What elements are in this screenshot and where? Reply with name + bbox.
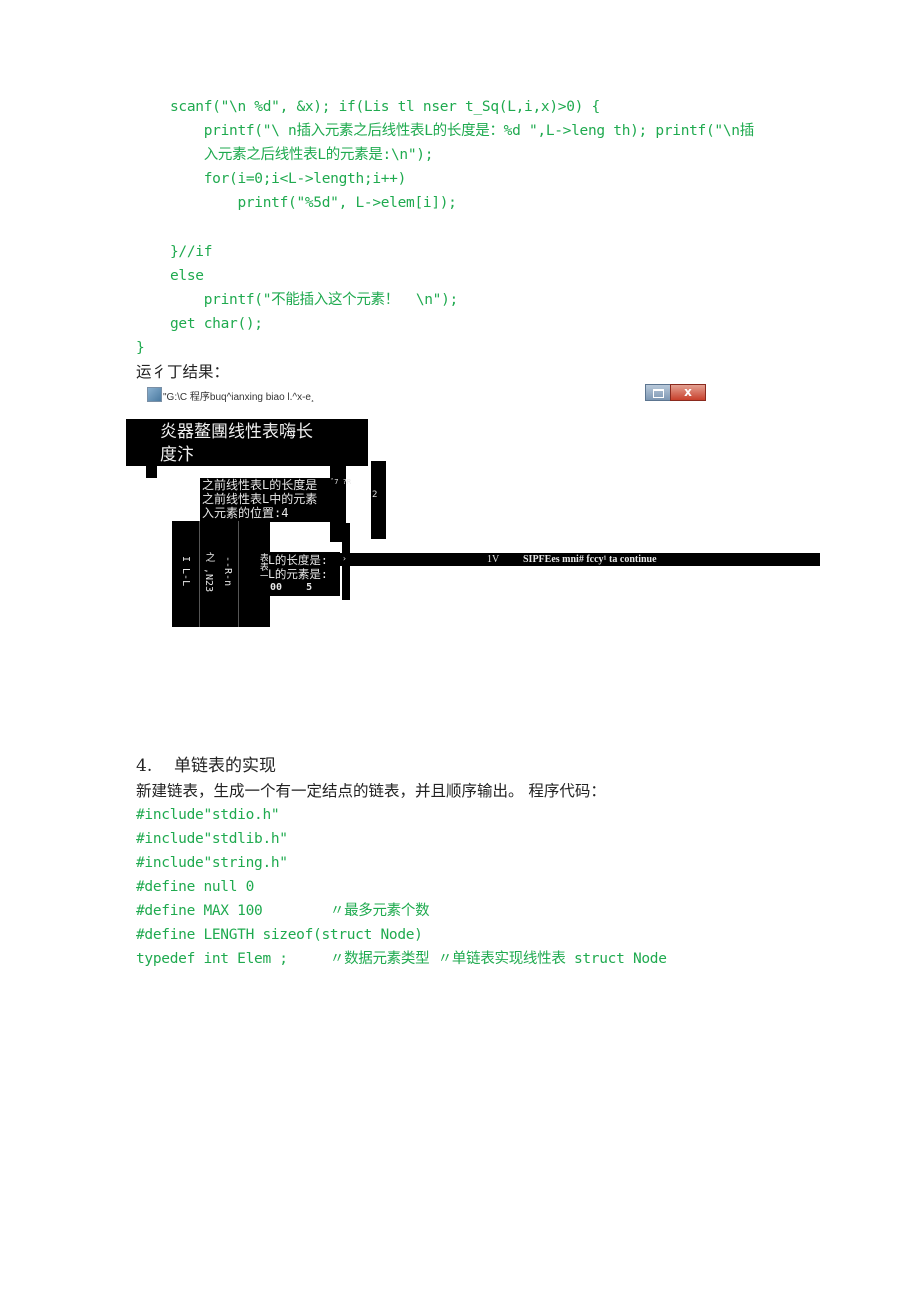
code-line: 入元素之后线性表L的元素是:\n"); xyxy=(170,147,434,163)
code-line: #include"stdlib.h" xyxy=(136,831,288,847)
console-press-any-key: SIPFEes mni# fccy¹ ta continue xyxy=(523,554,657,565)
code-line: scanf("\n %d", &x); if(Lis tl nser t_Sq(… xyxy=(170,99,600,115)
console-side-strip xyxy=(371,461,386,539)
console-line: 之前线性表L的长度是 xyxy=(202,478,318,492)
code-line: for(i=0;i<L->length;i++) xyxy=(170,171,407,187)
section-heading-number: 4. xyxy=(136,756,153,776)
close-button[interactable]: x xyxy=(670,384,706,401)
console-line-suffix: ˆ7 ?R xyxy=(330,478,352,486)
code-closing-brace: } xyxy=(136,340,145,356)
code-line: #include"string.h" xyxy=(136,855,288,871)
console-header-line: 度汴 xyxy=(160,445,194,465)
maximize-button[interactable] xyxy=(645,384,671,401)
console-column-text: 之 ,N23 xyxy=(203,552,214,593)
console-header-line: 炎器鳌團线性表嗨长 xyxy=(160,422,313,442)
console-divider xyxy=(238,521,239,627)
console-title: "G:\C 程序buq^ianxing biao l.^x-e¸ xyxy=(163,392,315,403)
console-line: 入元素的位置:4 xyxy=(202,506,289,520)
code-line: printf("不能插入这个元素！ \n"); xyxy=(170,292,459,308)
console-divider xyxy=(199,521,200,627)
code-line: #define null 0 xyxy=(136,879,255,895)
console-line: L的元素是: xyxy=(268,567,328,581)
run-result-label: 运彳丁结果： xyxy=(136,363,230,381)
code-line: #define MAX 100 〃最多元素个数 xyxy=(136,903,430,919)
code-line: printf("\ n插入元素之后线性表L的长度是：%d ",L->leng t… xyxy=(170,123,755,139)
console-app-icon xyxy=(147,387,162,402)
console-line: 之前线性表L中的元素 xyxy=(202,492,318,506)
code-line: get char(); xyxy=(170,316,263,332)
close-icon: x xyxy=(684,385,692,399)
console-column-text: I L-L xyxy=(180,556,191,587)
console-line: L的长度是: xyxy=(268,553,328,567)
console-column-text: --R-n xyxy=(222,556,233,587)
code-line: }//if xyxy=(170,244,213,260)
console-side-digit: 2 xyxy=(372,490,378,500)
console-colon-mark: › xyxy=(342,554,347,563)
code-line: #define LENGTH sizeof(struct Node) xyxy=(136,927,423,943)
section-heading-title: 单链表的实现 xyxy=(174,756,276,776)
console-footer-number: 1V xyxy=(487,554,500,565)
section-description: 新建链表，生成一个有一定结点的链表，并且顺序输出。 程序代码： xyxy=(136,782,606,800)
code-line: #include"stdio.h" xyxy=(136,807,280,823)
code-line: printf("%5d", L->elem[i]); xyxy=(170,195,457,211)
console-line: 00 5 xyxy=(270,582,313,593)
console-fragment xyxy=(146,466,157,478)
code-line: else xyxy=(170,268,204,284)
code-line: typedef int Elem ; 〃数据元素类型 〃单链表实现线性表 str… xyxy=(136,951,667,967)
